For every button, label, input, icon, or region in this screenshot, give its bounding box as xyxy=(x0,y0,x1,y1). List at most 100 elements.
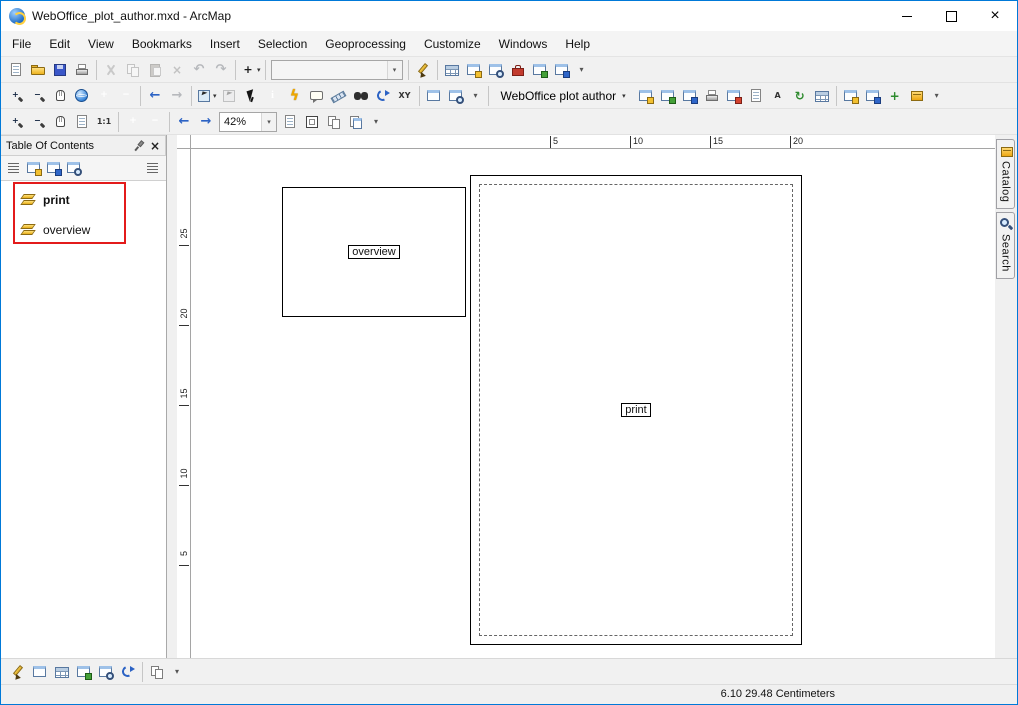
layout-go-back-extent-icon[interactable]: ← xyxy=(173,111,195,133)
image-window-icon[interactable] xyxy=(73,661,95,683)
menu-edit[interactable]: Edit xyxy=(40,33,79,55)
minimize-button[interactable] xyxy=(885,1,929,31)
identify-icon[interactable]: i xyxy=(262,85,284,107)
split-window-icon[interactable] xyxy=(29,661,51,683)
bottom-toolbar-options-chevron[interactable]: ▾ xyxy=(168,661,186,683)
search-tab[interactable]: Search xyxy=(996,212,1015,279)
save-plot-icon[interactable] xyxy=(679,85,701,107)
layout-fixed-zoom-out-icon[interactable]: − xyxy=(144,111,166,133)
change-layout-icon[interactable] xyxy=(323,111,345,133)
magnifier-window-icon[interactable] xyxy=(445,85,467,107)
search-window-icon[interactable] xyxy=(485,59,507,81)
layout-fixed-zoom-in-icon[interactable]: + xyxy=(122,111,144,133)
list-by-source-icon[interactable] xyxy=(24,158,44,178)
open-plot-icon[interactable] xyxy=(657,85,679,107)
layout-zoom-in-icon[interactable]: + xyxy=(5,111,27,133)
layout-zoom-100-icon[interactable]: 1:1 xyxy=(93,111,115,133)
menu-windows[interactable]: Windows xyxy=(490,33,557,55)
layout-toolbar-options-chevron[interactable]: ▾ xyxy=(367,111,385,133)
copy-icon[interactable] xyxy=(122,59,144,81)
plot-scale-icon[interactable] xyxy=(862,85,884,107)
measure-icon[interactable] xyxy=(328,85,350,107)
copy-pages-icon[interactable] xyxy=(146,661,168,683)
menu-bookmarks[interactable]: Bookmarks xyxy=(123,33,201,55)
find-route-icon[interactable] xyxy=(372,85,394,107)
list-by-selection-icon[interactable] xyxy=(64,158,84,178)
hyperlink-icon[interactable]: ϟ xyxy=(284,85,306,107)
attribute-table-icon[interactable] xyxy=(51,661,73,683)
export-plot-icon[interactable] xyxy=(723,85,745,107)
print-icon[interactable] xyxy=(71,59,93,81)
go-to-xy-icon[interactable]: XY xyxy=(394,85,416,107)
clear-selection-icon[interactable] xyxy=(218,85,240,107)
create-viewer-window-icon[interactable] xyxy=(423,85,445,107)
new-plot-icon[interactable] xyxy=(635,85,657,107)
arctoolbox-icon[interactable] xyxy=(507,59,529,81)
plot-package-icon[interactable] xyxy=(906,85,928,107)
plot-grid-icon[interactable] xyxy=(811,85,833,107)
menu-customize[interactable]: Customize xyxy=(415,33,490,55)
close-button[interactable] xyxy=(973,1,1017,31)
go-forward-extent-icon[interactable]: → xyxy=(166,85,188,107)
menu-geoprocessing[interactable]: Geoprocessing xyxy=(316,33,415,55)
select-features-icon[interactable]: ▾ xyxy=(195,85,218,107)
menu-selection[interactable]: Selection xyxy=(249,33,316,55)
weboffice-plot-author-menu[interactable]: WebOffice plot author▾ xyxy=(494,87,633,105)
new-document-icon[interactable] xyxy=(5,59,27,81)
modelbuilder-icon[interactable] xyxy=(551,59,573,81)
print-data-frame[interactable]: print xyxy=(470,175,802,645)
zoom-in-icon[interactable]: + xyxy=(5,85,27,107)
preview-window-icon[interactable] xyxy=(95,661,117,683)
undo-icon[interactable]: ↶ xyxy=(188,59,210,81)
python-window-icon[interactable] xyxy=(529,59,551,81)
layout-pan-icon[interactable] xyxy=(49,111,71,133)
plot-page-icon[interactable] xyxy=(745,85,767,107)
panel-splitter[interactable] xyxy=(167,135,177,658)
delete-icon[interactable]: × xyxy=(166,59,188,81)
plot-settings-icon[interactable] xyxy=(840,85,862,107)
plot-label-icon[interactable]: A xyxy=(767,85,789,107)
layout-zoom-out-icon[interactable]: − xyxy=(27,111,49,133)
catalog-tab[interactable]: Catalog xyxy=(996,139,1015,209)
list-by-drawing-order-icon[interactable] xyxy=(4,158,24,178)
pin-icon[interactable] xyxy=(131,138,147,154)
toggle-draft-mode-icon[interactable] xyxy=(279,111,301,133)
select-elements-icon[interactable] xyxy=(240,85,262,107)
cut-icon[interactable] xyxy=(100,59,122,81)
tools-toolbar-options-chevron[interactable]: ▾ xyxy=(467,85,485,107)
toc-layer-overview[interactable]: overview xyxy=(1,215,166,245)
go-back-extent-icon[interactable]: ← xyxy=(144,85,166,107)
weboffice-toolbar-options-chevron[interactable]: ▾ xyxy=(928,85,946,107)
zoom-percent-combo[interactable]: 42%▾ xyxy=(219,112,277,132)
catalog-window-icon[interactable] xyxy=(463,59,485,81)
add-data-icon[interactable]: ▾ xyxy=(239,59,262,81)
find-icon[interactable] xyxy=(350,85,372,107)
html-popup-icon[interactable] xyxy=(306,85,328,107)
toc-options-icon[interactable] xyxy=(143,158,163,178)
add-plot-element-icon[interactable]: + xyxy=(884,85,906,107)
menu-view[interactable]: View xyxy=(79,33,123,55)
menu-help[interactable]: Help xyxy=(556,33,599,55)
focus-data-frame-icon[interactable] xyxy=(301,111,323,133)
map-scale-combo[interactable]: ▾ xyxy=(271,60,403,80)
overview-data-frame[interactable]: overview xyxy=(282,187,466,317)
open-folder-icon[interactable] xyxy=(27,59,49,81)
standard-toolbar-options-chevron[interactable]: ▾ xyxy=(573,59,591,81)
paste-icon[interactable] xyxy=(144,59,166,81)
link-icon[interactable] xyxy=(117,661,139,683)
fixed-zoom-out-icon[interactable]: − xyxy=(115,85,137,107)
fixed-zoom-in-icon[interactable]: + xyxy=(93,85,115,107)
layout-zoom-whole-page-icon[interactable] xyxy=(71,111,93,133)
zoom-out-icon[interactable]: − xyxy=(27,85,49,107)
menu-insert[interactable]: Insert xyxy=(201,33,249,55)
toc-close-icon[interactable] xyxy=(147,138,163,154)
draw-tools-icon[interactable] xyxy=(7,661,29,683)
data-driven-pages-icon[interactable] xyxy=(345,111,367,133)
full-extent-icon[interactable] xyxy=(71,85,93,107)
layout-canvas[interactable]: overview print xyxy=(191,149,995,658)
editor-toolbar-icon[interactable] xyxy=(412,59,434,81)
print-plot-icon[interactable] xyxy=(701,85,723,107)
menu-file[interactable]: File xyxy=(3,33,40,55)
maximize-button[interactable] xyxy=(929,1,973,31)
save-icon[interactable] xyxy=(49,59,71,81)
